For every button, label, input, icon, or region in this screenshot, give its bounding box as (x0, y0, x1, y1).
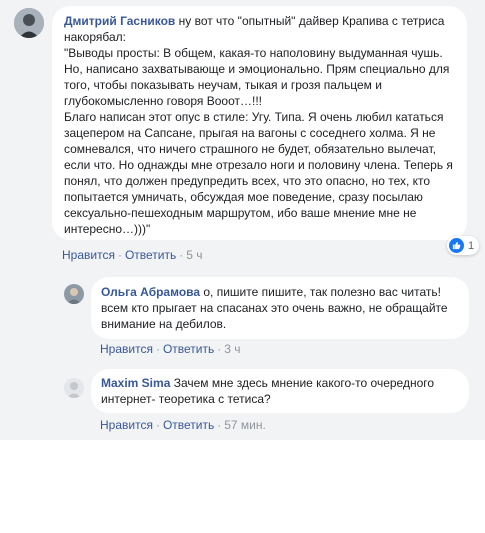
comment-text: ну вот что "опытный" дайвер Крапива с те… (64, 14, 453, 236)
reaction-badge[interactable]: 1 (447, 236, 480, 255)
avatar[interactable] (14, 8, 44, 38)
comments-panel: Дмитрий Гасников ну вот что "опытный" да… (0, 0, 485, 440)
separator: · (155, 418, 160, 432)
comment-author-name[interactable]: Maxim Sima (101, 376, 170, 390)
avatar[interactable] (64, 378, 84, 398)
timestamp[interactable]: 5 ч (186, 248, 202, 262)
like-reaction-icon (449, 238, 464, 253)
separator: · (155, 342, 160, 356)
comment-bubble: Ольга Абрамова о, пишите пишите, так пол… (91, 277, 469, 339)
avatar[interactable] (64, 284, 84, 304)
reply-link[interactable]: Ответить (163, 342, 214, 356)
like-link[interactable]: Нравится (100, 342, 153, 356)
comment-bubble: Maxim Sima Зачем мне здесь мнение какого… (91, 369, 469, 413)
avatar-photo-icon (64, 284, 84, 304)
timestamp[interactable]: 3 ч (224, 342, 240, 356)
comment-actions: Нравится · Ответить · 57 мин. (100, 418, 266, 432)
comment-author-name[interactable]: Ольга Абрамова (101, 285, 200, 299)
like-link[interactable]: Нравится (100, 418, 153, 432)
timestamp[interactable]: 57 мин. (224, 418, 266, 432)
reply-link[interactable]: Ответить (163, 418, 214, 432)
reply-link[interactable]: Ответить (125, 248, 176, 262)
comment-author-name[interactable]: Дмитрий Гасников (64, 14, 175, 28)
avatar-photo-icon (14, 8, 44, 38)
comment-actions: Нравится · Ответить · 3 ч (100, 342, 241, 356)
default-avatar-icon (64, 378, 84, 398)
comment-actions: Нравится · Ответить · 5 ч (62, 248, 203, 262)
reaction-count: 1 (468, 239, 475, 252)
separator: · (217, 342, 222, 356)
like-link[interactable]: Нравится (62, 248, 115, 262)
comment-bubble: Дмитрий Гасников ну вот что "опытный" да… (52, 6, 467, 240)
separator: · (217, 418, 222, 432)
separator: · (117, 248, 122, 262)
separator: · (179, 248, 184, 262)
